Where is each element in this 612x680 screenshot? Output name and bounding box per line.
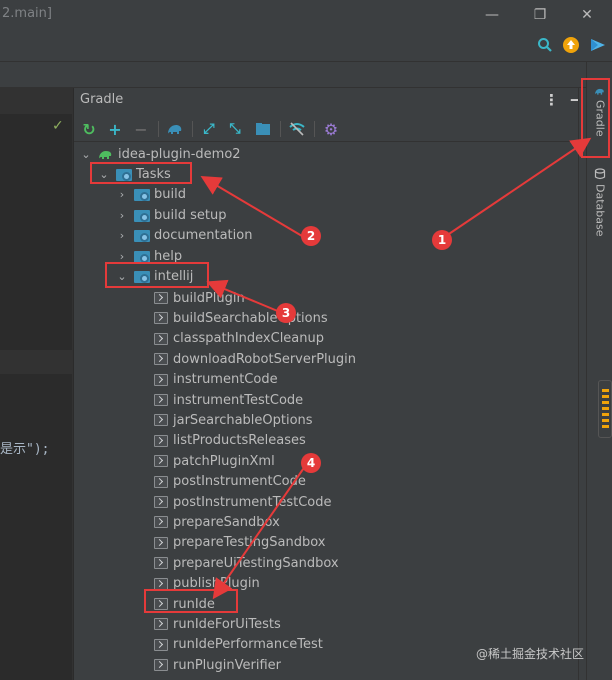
- arrow-3: [206, 279, 281, 313]
- arrow-4: [212, 461, 309, 600]
- annotation-badge-2: 2: [301, 226, 321, 246]
- annotation-badge-4: 4: [301, 453, 321, 473]
- watermark: @稀土掘金技术社区: [476, 647, 585, 661]
- annotation-badge-3: 3: [276, 303, 296, 323]
- annotation-badge-1: 1: [432, 230, 452, 250]
- annotation-arrows: [200, 137, 592, 600]
- arrow-2: [200, 175, 303, 237]
- arrow-1: [439, 137, 592, 241]
